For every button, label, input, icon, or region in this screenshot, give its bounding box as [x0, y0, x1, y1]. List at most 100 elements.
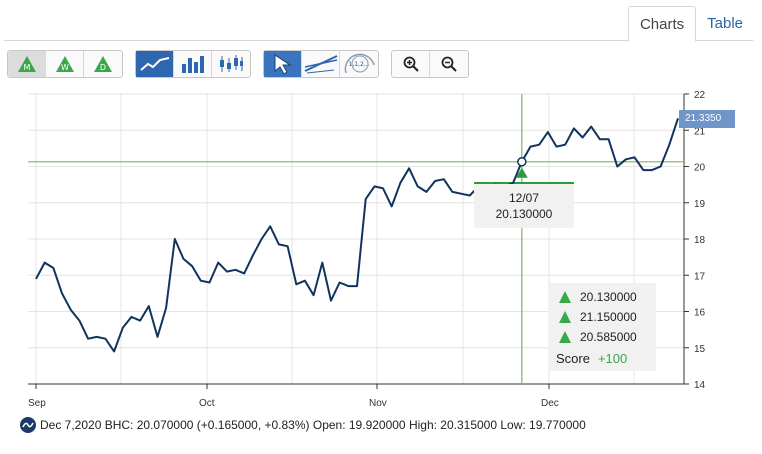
- data-point: [347, 285, 349, 287]
- monthly-value: 20.130000: [580, 290, 637, 304]
- x-tick-label: Oct: [199, 398, 215, 409]
- data-point: [642, 169, 644, 171]
- data-point: [104, 337, 106, 339]
- weekly-signal-icon: [559, 311, 571, 323]
- data-point: [269, 225, 271, 227]
- data-point: [356, 285, 358, 287]
- data-point: [321, 261, 323, 263]
- tab-charts[interactable]: Charts: [627, 6, 697, 42]
- data-point: [78, 319, 80, 321]
- data-point: [373, 185, 375, 187]
- data-point: [659, 165, 661, 167]
- data-point: [434, 180, 436, 182]
- data-point: [391, 205, 393, 207]
- y-tick-label: 22: [694, 90, 706, 101]
- data-point: [130, 316, 132, 318]
- y-tick-label: 18: [694, 235, 706, 246]
- score-line: Score +100: [548, 347, 656, 369]
- data-point: [260, 238, 262, 240]
- score-row-daily: 20.585000: [548, 327, 656, 347]
- data-point: [191, 265, 193, 267]
- data-point: [148, 305, 150, 307]
- data-point: [182, 258, 184, 260]
- data-point: [460, 192, 462, 194]
- daily-value: 20.585000: [580, 330, 637, 344]
- data-point: [286, 245, 288, 247]
- data-point: [399, 182, 401, 184]
- quote-info-text: Dec 7,2020 BHC: 20.070000 (+0.165000, +0…: [40, 418, 586, 432]
- data-point: [599, 138, 601, 140]
- data-point: [408, 167, 410, 169]
- x-tick-label: Sep: [28, 398, 46, 409]
- data-point: [113, 350, 115, 352]
- data-point: [573, 127, 575, 129]
- company-logo-icon: [20, 417, 36, 433]
- y-tick-label: 19: [694, 199, 706, 210]
- data-point: [243, 272, 245, 274]
- data-point: [469, 194, 471, 196]
- data-point: [590, 125, 592, 127]
- y-tick-label: 20: [694, 163, 706, 174]
- data-point: [226, 270, 228, 272]
- data-point: [122, 327, 124, 329]
- data-point: [217, 261, 219, 263]
- data-point: [96, 336, 98, 338]
- data-point: [208, 281, 210, 283]
- score-row-weekly: 21.150000: [548, 307, 656, 327]
- data-point: [425, 191, 427, 193]
- data-point: [200, 279, 202, 281]
- y-tick-label: 17: [694, 271, 706, 282]
- signal-score-panel: 20.130000 21.150000 20.585000 Score +100: [548, 283, 656, 371]
- data-point: [538, 144, 540, 146]
- data-point: [616, 165, 618, 167]
- weekly-value: 21.150000: [580, 310, 637, 324]
- data-point: [43, 261, 45, 263]
- data-point: [61, 292, 63, 294]
- current-price-flag: 21.3350: [679, 110, 735, 128]
- data-point: [87, 337, 89, 339]
- data-point: [278, 243, 280, 245]
- data-point: [234, 269, 236, 271]
- data-point: [633, 156, 635, 158]
- data-point: [52, 267, 54, 269]
- data-point: [607, 138, 609, 140]
- data-point: [364, 198, 366, 200]
- score-label: Score: [556, 350, 590, 366]
- data-point: [304, 279, 306, 281]
- data-point: [70, 308, 72, 310]
- data-point: [651, 169, 653, 171]
- data-point: [451, 191, 453, 193]
- y-tick-label: 14: [694, 380, 706, 391]
- data-point: [139, 319, 141, 321]
- hover-point: [517, 157, 527, 167]
- data-point: [555, 145, 557, 147]
- hover-value: 20.130000: [495, 207, 553, 221]
- data-point: [338, 281, 340, 283]
- y-tick-label: 16: [694, 308, 706, 319]
- data-point: [174, 238, 176, 240]
- x-tick-label: Dec: [541, 398, 559, 409]
- data-point: [312, 294, 314, 296]
- monthly-signal-icon: [559, 291, 571, 303]
- data-point: [252, 254, 254, 256]
- x-tick-label: Nov: [369, 398, 387, 409]
- data-point: [382, 187, 384, 189]
- hover-tooltip: 12/07 20.130000: [474, 184, 574, 228]
- data-point: [35, 278, 37, 280]
- data-point: [330, 299, 332, 301]
- quote-info-line: Dec 7,2020 BHC: 20.070000 (+0.165000, +0…: [20, 417, 586, 433]
- data-point: [547, 131, 549, 133]
- data-point: [668, 144, 670, 146]
- daily-signal-icon: [559, 331, 571, 343]
- data-point: [443, 178, 445, 180]
- data-point: [295, 283, 297, 285]
- data-point: [625, 158, 627, 160]
- data-point: [417, 185, 419, 187]
- data-point: [564, 144, 566, 146]
- price-chart[interactable]: 141516171819202122Sep Oct Nov Dec: [0, 0, 762, 454]
- data-point: [156, 336, 158, 338]
- score-value: +100: [597, 350, 628, 366]
- y-tick-label: 15: [694, 344, 706, 355]
- data-point: [165, 307, 167, 309]
- score-row-monthly: 20.130000: [548, 287, 656, 307]
